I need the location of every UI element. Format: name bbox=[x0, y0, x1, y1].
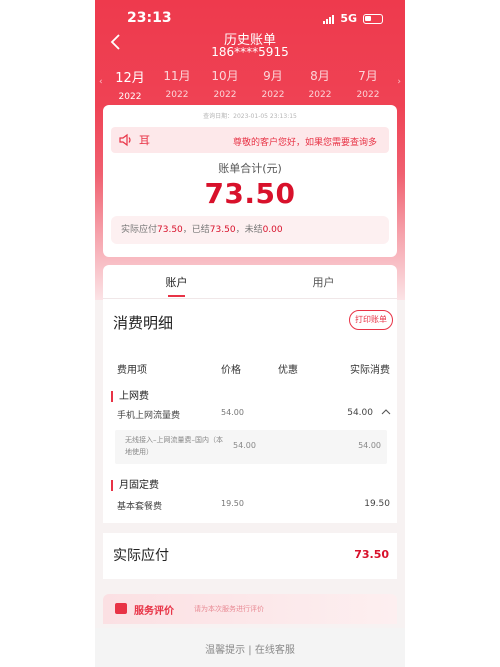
month-tab-9[interactable]: 9月 2022 bbox=[250, 67, 296, 100]
header-actual: 实际消费 bbox=[350, 365, 390, 376]
month-tab-12[interactable]: 12月 2022 bbox=[107, 67, 153, 110]
tab-account[interactable]: 账户 bbox=[103, 274, 250, 297]
header-item: 费用项 bbox=[117, 365, 147, 376]
phone-number: 186****5915 bbox=[211, 45, 289, 59]
actual-pay-card: 实际应付 73.50 bbox=[103, 533, 397, 579]
scroll-right-icon[interactable]: › bbox=[397, 77, 401, 87]
bill-total-label: 账单合计(元) bbox=[218, 162, 282, 175]
phone-screen: 23:13 5G 历史账单 186****5915 ‹ 12月 2022 11月… bbox=[95, 0, 405, 667]
category-internet: 上网费 bbox=[111, 391, 149, 402]
bill-settlement-summary: 实际应付73.50，已结73.50，未结0.00 bbox=[111, 216, 389, 244]
month-tab-8[interactable]: 8月 2022 bbox=[297, 67, 343, 100]
notice-text: 尊敬的客户您好，如果您需要查询多 bbox=[233, 138, 378, 148]
header-discount: 优惠 bbox=[278, 365, 298, 376]
account-user-tabs: 账户 用户 bbox=[103, 265, 397, 299]
section-title: 消费明细 bbox=[113, 314, 174, 332]
bill-summary-card: 查询日期：2023-01-05 23:13:15 耳 尊敬的客户您好，如果您需要… bbox=[103, 105, 397, 257]
header-price: 价格 bbox=[221, 365, 241, 376]
actual-pay-amount: 73.50 bbox=[354, 548, 389, 561]
tab-user[interactable]: 用户 bbox=[250, 274, 397, 290]
query-date: 查询日期：2023-01-05 23:13:15 bbox=[203, 113, 297, 120]
chevron-up-icon[interactable] bbox=[381, 407, 391, 417]
status-time: 23:13 bbox=[127, 10, 172, 26]
print-bill-button[interactable]: 打印账单 bbox=[349, 310, 393, 330]
evaluation-icon bbox=[115, 603, 127, 614]
category-monthly: 月固定费 bbox=[111, 480, 159, 491]
month-tab-11[interactable]: 11月 2022 bbox=[154, 67, 200, 100]
online-service-link[interactable]: 在线客服 bbox=[255, 645, 295, 656]
battery-icon bbox=[363, 13, 383, 24]
scroll-left-icon[interactable]: ‹ bbox=[99, 77, 103, 87]
sub-item-row: 无线接入–上网流量费–国内（本地使用） 54.00 54.00 bbox=[115, 430, 387, 464]
notice-glyph: 耳 bbox=[139, 134, 150, 147]
evaluation-desc: 请为本次服务进行评价 bbox=[194, 605, 264, 613]
notice-bar[interactable]: 耳 尊敬的客户您好，如果您需要查询多 bbox=[111, 127, 389, 153]
evaluation-title: 服务评价 bbox=[134, 606, 174, 617]
footer: 温馨提示 | 在线客服 bbox=[95, 628, 405, 667]
month-tab-10[interactable]: 10月 2022 bbox=[202, 67, 248, 100]
service-evaluation[interactable]: 服务评价 请为本次服务进行评价 bbox=[103, 594, 397, 624]
speaker-icon bbox=[119, 133, 131, 147]
status-indicators: 5G bbox=[323, 12, 383, 25]
tip-link[interactable]: 温馨提示 bbox=[205, 645, 245, 656]
consumption-detail-card: 消费明细 打印账单 费用项 价格 优惠 实际消费 上网费 手机上网流量费 54.… bbox=[103, 299, 397, 523]
month-tab-7[interactable]: 7月 2022 bbox=[345, 67, 391, 100]
signal-icon bbox=[323, 14, 335, 24]
network-type: 5G bbox=[340, 12, 357, 25]
month-tabs: ‹ 12月 2022 11月 2022 10月 2022 9月 2022 8月 … bbox=[95, 63, 405, 110]
actual-pay-label: 实际应付 bbox=[113, 548, 169, 564]
footer-text: 温馨提示 | 在线客服 bbox=[205, 645, 295, 656]
bill-total-amount: 73.50 bbox=[204, 177, 296, 210]
